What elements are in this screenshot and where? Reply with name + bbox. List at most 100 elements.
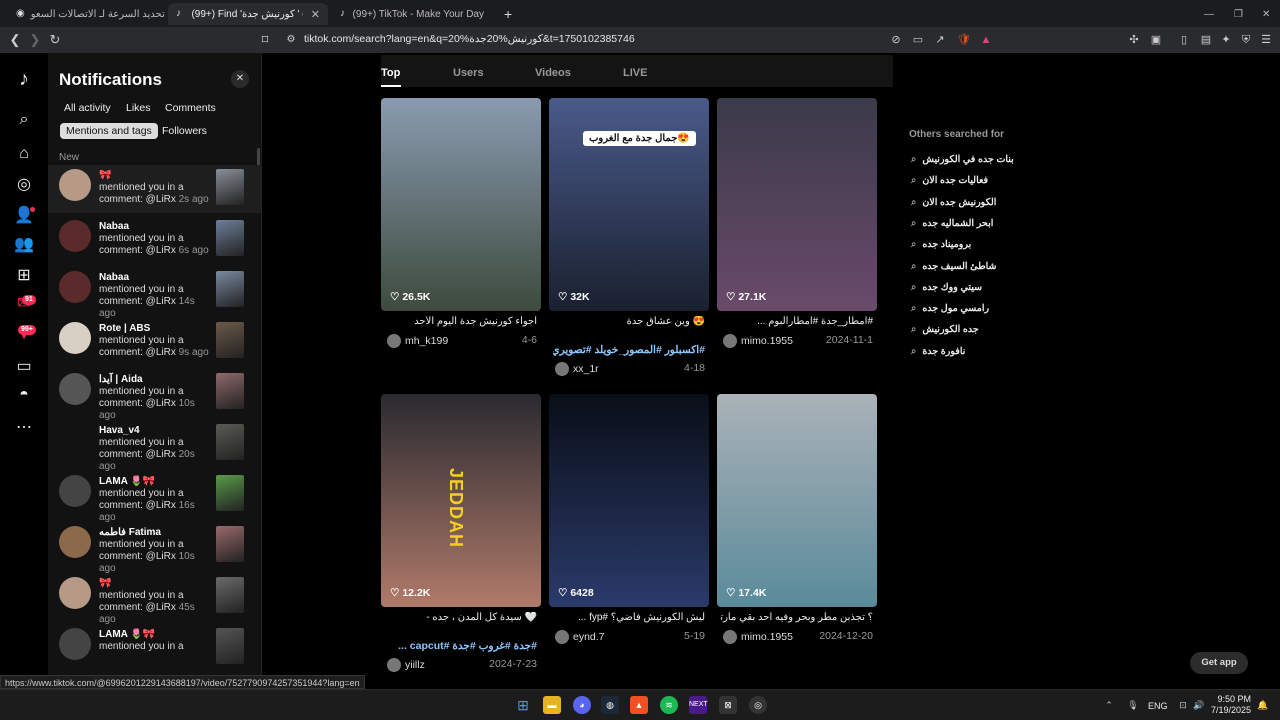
vpn-icon[interactable]: ⛨ [1238,32,1254,48]
avatar[interactable] [59,628,91,660]
suggested-search-item[interactable]: ⌕ الكورنيش جده الان [911,197,996,208]
avatar[interactable] [59,322,91,354]
video-caption[interactable]: أجواء كورنيش جدة اليوم الأحد [385,316,537,327]
brave-shield-icon[interactable]: 🛡 [956,32,972,48]
new-tab-button[interactable]: + [496,3,520,25]
browser-tab-3[interactable]: ♪ (99+) TikTok - Make Your Day [332,3,492,25]
filter-comments[interactable]: Comments [159,100,222,116]
live-icon[interactable]: ▭ [12,355,36,379]
notification-video-thumbnail[interactable] [216,424,244,460]
notification-item[interactable]: Hava_v4 mentioned you in a comment: @LiR… [48,420,261,472]
discord-icon[interactable]: ◕ [573,696,591,714]
avatar[interactable] [59,577,91,609]
filter-followers[interactable]: Followers [156,123,213,139]
notification-video-thumbnail[interactable] [216,322,244,358]
next-app-icon[interactable]: NEXT [689,696,708,714]
search-icon[interactable]: ⌕ [12,108,36,132]
video-thumbnail[interactable]: JEDDAH [381,394,541,607]
suggested-search-item[interactable]: ⌕ نافورة جدة [911,346,965,357]
video-thumbnail[interactable]: جمال جدة مع الغروب😍 [549,98,709,311]
rewards-icon[interactable]: ▲ [978,32,994,48]
microphone-icon[interactable]: 🎙 [1124,696,1142,714]
suggested-search-item[interactable]: ⌕ رامسي مول جده [911,303,989,314]
app-icon[interactable]: ⊠ [719,696,737,714]
avatar[interactable] [59,424,91,456]
reload-icon[interactable]: ↻ [46,31,64,49]
avatar[interactable] [59,475,91,507]
suggested-search-item[interactable]: ⌕ بروميناد جده [911,239,971,250]
video-thumbnail[interactable] [717,98,877,311]
video-author[interactable]: mh_k199 [387,334,448,348]
avatar[interactable] [59,220,91,252]
video-thumbnail[interactable] [549,394,709,607]
maximize-icon[interactable]: ❐ [1226,3,1251,25]
explore-icon[interactable]: ◎ [12,173,36,197]
video-author[interactable]: mimo.1955 [723,334,793,348]
suggested-search-item[interactable]: ⌕ فعاليات جده الان [911,175,988,186]
video-caption[interactable]: 🤍 سيدة كل المدن ، جده - [385,612,537,623]
video-card[interactable]: ♡ 26.5K أجواء كورنيش جدة اليوم الأحد mh_… [381,98,541,388]
notification-video-thumbnail[interactable] [216,628,244,664]
tab-videos[interactable]: Videos [535,67,571,79]
notification-item[interactable]: فاطمه Fatima mentioned you in a comment:… [48,522,261,574]
filter-all-activity[interactable]: All activity [58,100,117,116]
notification-video-thumbnail[interactable] [216,577,244,613]
video-thumbnail[interactable] [381,98,541,311]
language-indicator[interactable]: ENG [1148,701,1168,711]
notification-video-thumbnail[interactable] [216,526,244,562]
minimize-icon[interactable]: — [1196,3,1222,25]
notification-bell-icon[interactable]: 🔔 [1254,696,1272,714]
video-card[interactable]: جمال جدة مع الغروب😍 ♡ 32K 😍 وين عشاق جدة… [549,98,709,388]
tab-users[interactable]: Users [453,67,484,79]
video-caption[interactable]: 😍 وين عشاق جدة [553,316,705,327]
video-card[interactable]: ♡ 6428 ليش الكورنيش فاضي؟ #fyp ... eynd.… [549,394,709,684]
notification-video-thumbnail[interactable] [216,220,244,256]
app-icon-2[interactable]: ◎ [749,696,767,714]
suggested-search-item[interactable]: ⌕ شاطئ السيف جده [911,261,997,272]
notification-video-thumbnail[interactable] [216,271,244,307]
close-icon[interactable]: ✕ [231,70,249,88]
video-caption[interactable]: #امطار_جدة #امطارالبوم ... [721,316,873,327]
video-hashtags[interactable]: #جدة #غروب #جدة #capcut ... [385,640,537,652]
profile-icon[interactable]: ◓ [12,383,36,407]
share-icon[interactable]: ↗ [932,32,948,48]
video-caption[interactable]: ليش الكورنيش فاضي؟ #fyp ... [553,612,705,623]
bookmark-icon[interactable]: ⌑ [256,31,274,49]
notification-item[interactable]: 🎀 mentioned you in a comment: @LiRx 45s … [48,573,261,625]
tiktok-logo-icon[interactable]: ♪ [12,67,36,91]
cast-icon[interactable]: ▭ [910,32,926,48]
no-translate-icon[interactable]: ⊘ [888,32,904,48]
forward-icon[interactable]: ❯ [26,31,44,49]
friends-icon[interactable]: 👥 [12,233,36,257]
notification-item[interactable]: آيدا | Aida mentioned you in a comment: … [48,369,261,421]
more-icon[interactable]: ⋯ [12,416,36,440]
avatar[interactable] [59,271,91,303]
video-card[interactable]: JEDDAH ♡ 12.2K 🤍 سيدة كل المدن ، جده - #… [381,394,541,684]
clock[interactable]: 9:50 PM 7/19/2025 [1207,694,1251,716]
video-hashtags[interactable]: #اكسبلور #المصور_خويلد #تصويري [553,344,705,356]
avatar[interactable] [59,169,91,201]
back-icon[interactable]: ❮ [6,31,24,49]
notification-item[interactable]: LAMA 🌷🎀 mentioned you in a comment: @LiR… [48,471,261,523]
video-caption[interactable]: ؟ تجذبن مطر وبحر وفيه احد بقي مارتاح [721,612,873,623]
notification-item[interactable]: 🎀 mentioned you in a comment: @LiRx 2s a… [48,165,261,213]
close-window-icon[interactable]: ✕ [1254,3,1278,25]
chevron-up-icon[interactable]: ⌃ [1100,696,1118,714]
file-explorer-icon[interactable]: ▬ [543,696,561,714]
filter-mentions-and-tags[interactable]: Mentions and tags [60,123,158,139]
brave-icon[interactable]: ▲ [630,696,648,714]
filter-likes[interactable]: Likes [120,100,157,116]
suggested-search-item[interactable]: ⌕ سيتي ووك جده [911,282,982,293]
avatar[interactable] [59,373,91,405]
windows-start-icon[interactable]: ⊞ [514,696,532,714]
wallet-icon[interactable]: ▤ [1198,32,1214,48]
menu-icon[interactable]: ☰ [1258,32,1274,48]
video-author[interactable]: mimo.1955 [723,630,793,644]
video-author[interactable]: xx_1r [555,362,599,376]
url-field[interactable]: tiktok.com/search?lang=en&q=كورنيش%20جدة… [304,33,635,45]
suggested-search-item[interactable]: ⌕ ابحر الشماليه جده [911,218,993,229]
tab-top[interactable]: Top [381,67,400,79]
close-tab-icon[interactable]: ✕ [311,8,320,21]
site-info-icon[interactable]: ⚙ [282,31,300,49]
notification-item[interactable]: Nabaa mentioned you in a comment: @LiRx … [48,216,261,264]
